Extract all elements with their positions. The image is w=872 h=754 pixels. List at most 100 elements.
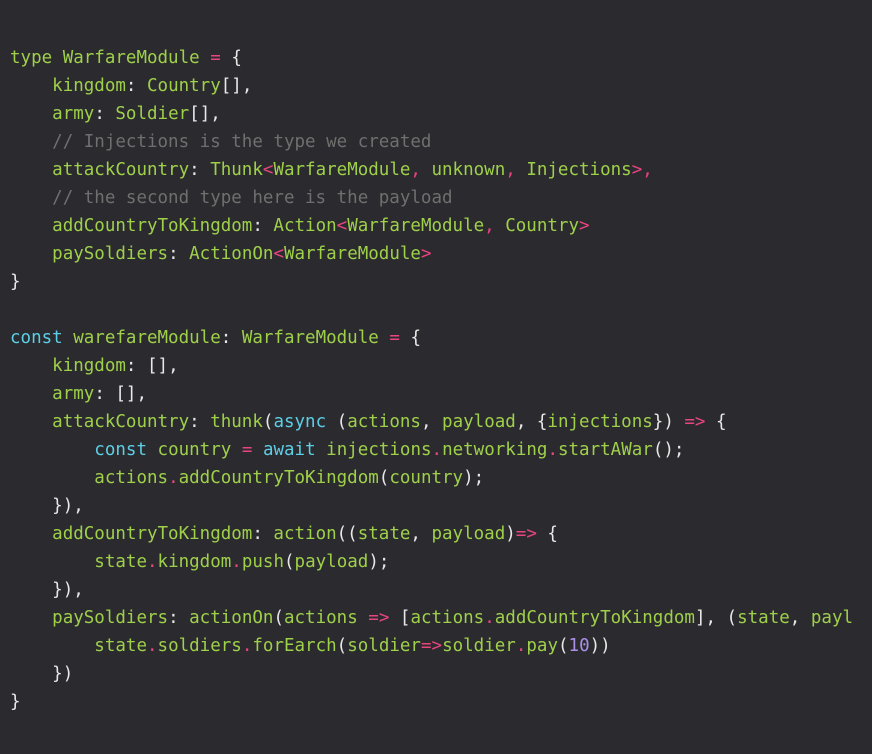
code-token: WarfareModule [62,48,200,68]
code-line[interactable]: type WarfareModule = { [10,44,872,72]
code-token: }) [52,664,74,684]
code-line[interactable]: }), [10,576,872,604]
code-token: }), [52,496,84,516]
code-token: . [431,440,443,460]
code-token: soldier [442,636,516,656]
code-line[interactable]: state.kingdom.push(payload); [10,548,872,576]
code-line[interactable]: army: Soldier[], [10,100,872,128]
code-token: ) [505,524,516,544]
code-line[interactable]: kingdom: Country[], [10,72,872,100]
code-token: : [252,216,274,236]
code-token: soldiers [157,636,242,656]
code-line[interactable]: } [10,268,872,296]
code-token: = [210,48,221,68]
code-token: . [484,608,495,628]
code-token: . [547,440,558,460]
code-token: kingdom [52,356,126,376]
code-token: paySoldiers [52,608,169,628]
code-token: state [737,608,790,628]
code-token: = [389,328,400,348]
code-token: , { [515,412,548,432]
code-token: Country [505,216,579,236]
code-token: actions [283,608,358,628]
code-line[interactable]: kingdom: [], [10,352,872,380]
code-token: . [146,552,158,572]
code-token: : [168,608,190,628]
code-token: country [157,440,232,460]
code-token: const [10,328,63,348]
code-line[interactable]: const warefareModule: WarfareModule = { [10,324,872,352]
code-token: army [52,384,95,404]
code-line[interactable]: paySoldiers: ActionOn<WarfareModule> [10,240,872,268]
code-token: : [94,104,116,124]
code-token: { [536,524,558,544]
code-token: < [336,216,348,236]
code-token: . [231,552,242,572]
code-token: > [420,244,432,264]
code-token: >, [631,160,653,180]
code-editor-surface[interactable]: type WarfareModule = { kingdom: Country[… [0,0,872,754]
code-token: => [368,608,390,628]
code-line[interactable]: addCountryToKingdom: Action<WarfareModul… [10,212,872,240]
code-line[interactable]: attackCountry: Thunk<WarfareModule, unkn… [10,156,872,184]
code-token: thunk [210,412,263,432]
code-token: ( [262,412,274,432]
code-token: injections [547,412,653,432]
code-token: ActionOn [189,244,274,264]
code-token: [], [220,76,253,96]
code-token: payl [810,608,854,628]
code-line[interactable]: addCountryToKingdom: action((state, payl… [10,520,872,548]
code-token: attackCountry [52,412,190,432]
code-token: addCountryToKingdom [178,468,379,488]
code-token: . [241,636,253,656]
code-token: , [410,524,432,544]
code-token: , [410,160,432,180]
code-line[interactable]: }), [10,492,872,520]
code-token: payload [431,524,506,544]
code-line[interactable]: army: [], [10,380,872,408]
code-token: ( [273,608,284,628]
code-token: : [189,412,211,432]
code-token: attackCountry [52,160,190,180]
code-line[interactable]: }) [10,660,872,688]
code-line[interactable]: // the second type here is the payload [10,184,872,212]
code-token: ( [378,468,390,488]
code-token: ); [463,468,485,488]
code-line[interactable]: actions.addCountryToKingdom(country); [10,464,872,492]
code-line[interactable]: attackCountry: thunk(async (actions, pay… [10,408,872,436]
code-line[interactable] [10,296,872,324]
code-token: actions [410,608,485,628]
code-line[interactable]: } [10,688,872,716]
code-token: actions [94,468,169,488]
code-token: (( [336,524,358,544]
code-line[interactable]: paySoldiers: actionOn(actions => [action… [10,604,872,632]
code-token: Action [273,216,337,236]
code-token: unknown [431,160,506,180]
code-token: : [125,356,147,376]
code-token: }) [652,412,685,432]
code-token: > [579,216,590,236]
code-token: => [684,412,706,432]
code-token: ], ( [694,608,738,628]
code-token: kingdom [157,552,232,572]
code-line[interactable]: const country = await injections.network… [10,436,872,464]
code-line[interactable]: state.soldiers.forEarch(soldier=>soldier… [10,632,872,660]
code-token: = [241,440,253,460]
code-line[interactable]: // Injections is the type we created [10,128,872,156]
code-token: country [389,468,464,488]
code-token: : [189,160,211,180]
code-token: , [789,608,811,628]
code-token: [], [147,356,179,376]
